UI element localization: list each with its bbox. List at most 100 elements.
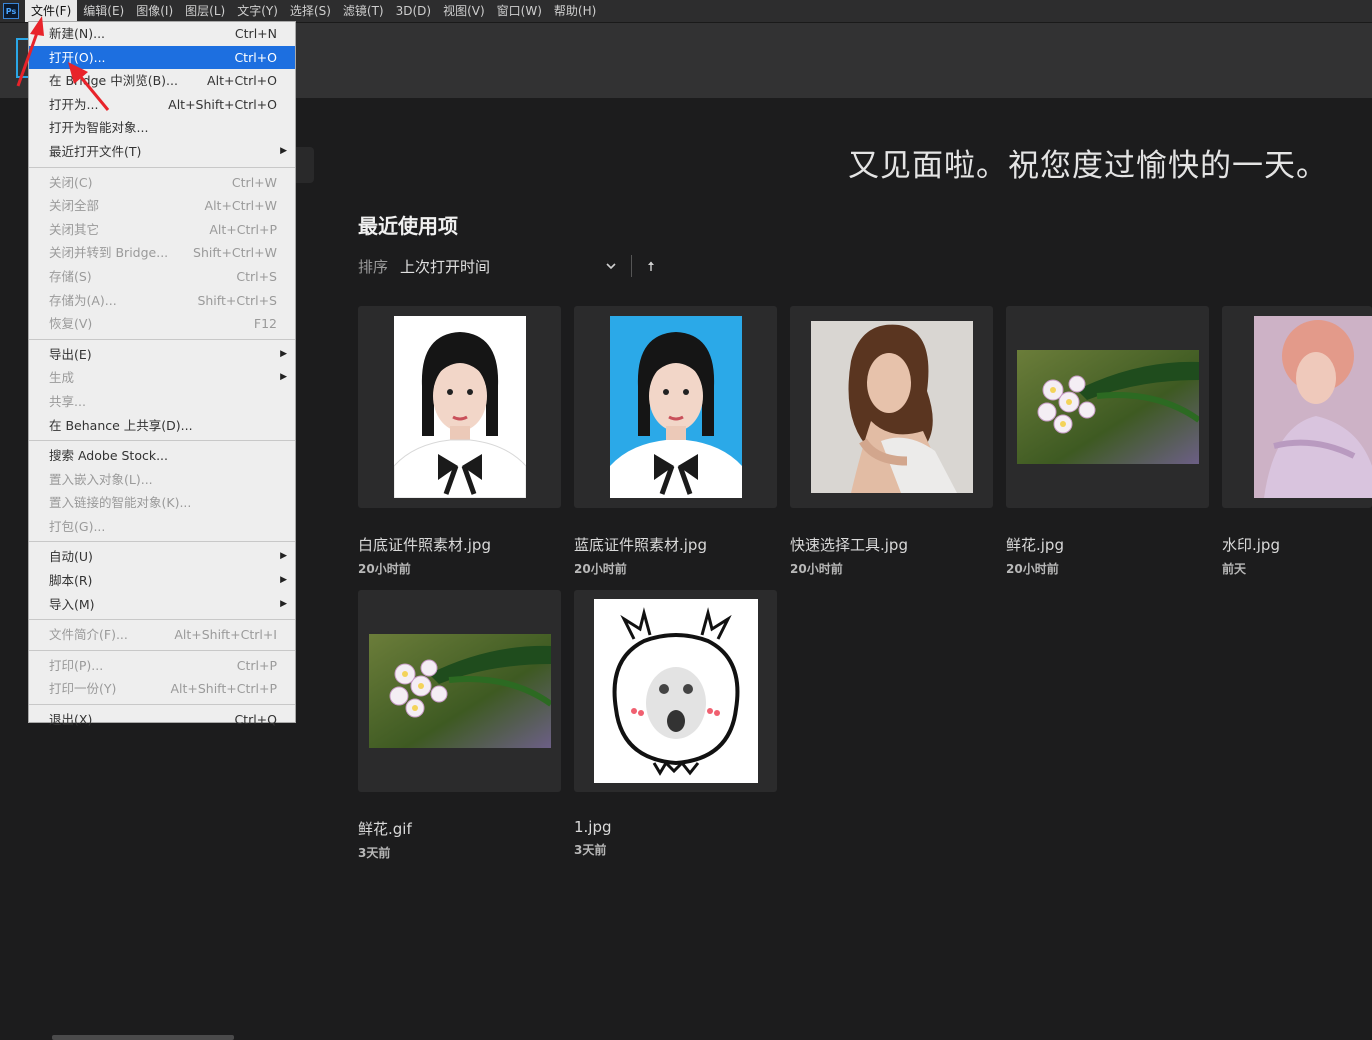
thumbnail-frame[interactable] (574, 590, 777, 792)
sort-select[interactable]: 上次打开时间 (400, 256, 605, 277)
menu-item-new[interactable]: 新建(N)... Ctrl+N (29, 22, 295, 46)
id-photo-blue-thumbnail (609, 316, 742, 498)
menu-item-exit[interactable]: 退出(X) Ctrl+Q (29, 708, 295, 732)
thumbnail-frame[interactable] (1222, 306, 1372, 508)
menu-item-recent-files[interactable]: 最近打开文件(T) ▶ (29, 140, 295, 164)
menu-item-shortcut: Ctrl+W (231, 174, 277, 190)
menu-item-open[interactable]: 打开(O)... Ctrl+O (29, 45, 295, 70)
menu-item-place-embedded[interactable]: 置入嵌入对象(L)... (29, 468, 295, 492)
file-name[interactable]: 蓝底证件照素材.jpg (574, 534, 777, 555)
menu-3d[interactable]: 3D(D) (390, 0, 437, 22)
menu-item-shortcut: Alt+Ctrl+P (209, 221, 277, 237)
menu-item-print-one-copy[interactable]: 打印一份(Y) Alt+Shift+Ctrl+P (29, 677, 295, 701)
greeting-text: 又见面啦。祝您度过愉快的一天。 (848, 148, 1328, 184)
flower-thumbnail (1016, 350, 1199, 464)
menu-item-place-linked[interactable]: 置入链接的智能对象(K)... (29, 491, 295, 515)
file-name[interactable]: 1.jpg (574, 818, 777, 836)
thumbnail-frame[interactable] (358, 306, 561, 508)
menu-item-close-go-bridge[interactable]: 关闭并转到 Bridge... Shift+Ctrl+W (29, 241, 295, 265)
file-name[interactable]: 鲜花.jpg (1006, 534, 1209, 555)
recent-file-card[interactable]: 白底证件照素材.jpg 20小时前 (358, 306, 561, 577)
menu-window[interactable]: 窗口(W) (491, 0, 548, 22)
menu-item-export[interactable]: 导出(E) ▶ (29, 343, 295, 367)
menu-item-shortcut: Ctrl+P (236, 657, 277, 673)
menu-type[interactable]: 文字(Y) (231, 0, 284, 22)
menu-view[interactable]: 视图(V) (437, 0, 491, 22)
menu-item-label: 关闭全部 (49, 198, 100, 214)
search-field-edge[interactable] (296, 147, 314, 183)
file-name[interactable]: 白底证件照素材.jpg (358, 534, 561, 555)
menu-item-save[interactable]: 存储(S) Ctrl+S (29, 265, 295, 289)
recent-file-card[interactable]: 快速选择工具.jpg 20小时前 (790, 306, 993, 577)
menu-item-close-all[interactable]: 关闭全部 Alt+Ctrl+W (29, 194, 295, 218)
menu-item-close[interactable]: 关闭(C) Ctrl+W (29, 171, 295, 195)
menu-item-shortcut: Alt+Ctrl+W (204, 198, 277, 214)
menu-item-shortcut: Ctrl+O (234, 49, 277, 65)
menu-item-label: 打开(O)... (49, 49, 106, 65)
menu-item-label: 恢复(V) (49, 316, 93, 332)
chevron-down-icon[interactable] (605, 260, 617, 272)
menu-item-close-others[interactable]: 关闭其它 Alt+Ctrl+P (29, 218, 295, 242)
watermark-painting-thumbnail (1254, 316, 1372, 498)
menu-item-label: 最近打开文件(T) (49, 143, 142, 159)
file-name[interactable]: 快速选择工具.jpg (790, 534, 993, 555)
menu-layer[interactable]: 图层(L) (179, 0, 231, 22)
file-time: 3天前 (358, 846, 391, 860)
menu-help[interactable]: 帮助(H) (548, 0, 602, 22)
menu-item-label: 存储为(A)... (49, 292, 117, 308)
menu-item-share-behance[interactable]: 在 Behance 上共享(D)... (29, 414, 295, 438)
menu-item-shortcut: Alt+Shift+Ctrl+I (174, 627, 277, 643)
menu-item-share[interactable]: 共享... (29, 390, 295, 414)
recent-file-card[interactable]: 水印.jpg 前天 (1222, 306, 1372, 577)
menu-item-shortcut: Shift+Ctrl+S (197, 292, 277, 308)
menu-edit[interactable]: 编辑(E) (77, 0, 130, 22)
menu-item-label: 搜索 Adobe Stock... (49, 448, 169, 464)
file-name[interactable]: 水印.jpg (1222, 534, 1372, 555)
file-name[interactable]: 鲜花.gif (358, 818, 561, 839)
menu-separator (29, 166, 295, 168)
menu-item-browse-bridge[interactable]: 在 Bridge 中浏览(B)... Alt+Ctrl+O (29, 69, 295, 93)
menu-item-label: 置入嵌入对象(L)... (49, 471, 153, 487)
recent-title: 最近使用项 (358, 214, 458, 238)
menu-item-scripts[interactable]: 脚本(R) ▶ (29, 569, 295, 593)
recent-file-card[interactable]: 鲜花.jpg 20小时前 (1006, 306, 1209, 577)
menu-image[interactable]: 图像(I) (130, 0, 179, 22)
menu-item-shortcut: Ctrl+S (236, 268, 277, 284)
file-time: 20小时前 (358, 562, 411, 576)
menu-select[interactable]: 选择(S) (284, 0, 337, 22)
menu-item-shortcut: Shift+Ctrl+W (193, 245, 277, 261)
menu-item-shortcut: Alt+Shift+Ctrl+O (168, 96, 277, 112)
menu-item-file-info[interactable]: 文件简介(F)... Alt+Shift+Ctrl+I (29, 623, 295, 647)
horizontal-scrollbar[interactable] (52, 1035, 234, 1040)
menu-item-label: 存储(S) (49, 268, 92, 284)
sort-direction-arrow-up-icon[interactable] (646, 260, 656, 272)
menu-separator (29, 338, 295, 340)
thumbnail-frame[interactable] (574, 306, 777, 508)
menu-file[interactable]: 文件(F) (25, 0, 78, 22)
menu-item-print[interactable]: 打印(P)... Ctrl+P (29, 654, 295, 678)
recent-file-card[interactable]: 1.jpg 3天前 (574, 590, 777, 858)
menu-item-automate[interactable]: 自动(U) ▶ (29, 545, 295, 569)
recent-file-card[interactable]: 鲜花.gif 3天前 (358, 590, 561, 861)
menu-item-save-as[interactable]: 存储为(A)... Shift+Ctrl+S (29, 289, 295, 313)
menu-item-label: 生成 (49, 370, 75, 386)
menu-item-open-smart-object[interactable]: 打开为智能对象... (29, 116, 295, 140)
menu-item-revert[interactable]: 恢复(V) F12 (29, 312, 295, 336)
thumbnail-frame[interactable] (1006, 306, 1209, 508)
menu-item-label: 打印一份(Y) (49, 681, 117, 697)
recent-file-card[interactable]: 蓝底证件照素材.jpg 20小时前 (574, 306, 777, 577)
menu-item-shortcut: F12 (253, 316, 277, 332)
menu-separator (29, 541, 295, 543)
menu-filter[interactable]: 滤镜(T) (337, 0, 390, 22)
menu-item-package[interactable]: 打包(G)... (29, 515, 295, 539)
thumbnail-frame[interactable] (790, 306, 993, 508)
menu-item-import[interactable]: 导入(M) ▶ (29, 593, 295, 617)
thumbnail-frame[interactable] (358, 590, 561, 792)
menu-item-label: 打包(G)... (49, 518, 106, 534)
menu-item-search-adobe-stock[interactable]: 搜索 Adobe Stock... (29, 444, 295, 468)
menu-item-generate[interactable]: 生成 ▶ (29, 366, 295, 390)
menu-item-label: 在 Bridge 中浏览(B)... (49, 73, 178, 89)
menu-item-open-as[interactable]: 打开为... Alt+Shift+Ctrl+O (29, 93, 295, 117)
menu-item-label: 在 Behance 上共享(D)... (49, 417, 193, 433)
menu-item-label: 打开为智能对象... (49, 120, 149, 136)
